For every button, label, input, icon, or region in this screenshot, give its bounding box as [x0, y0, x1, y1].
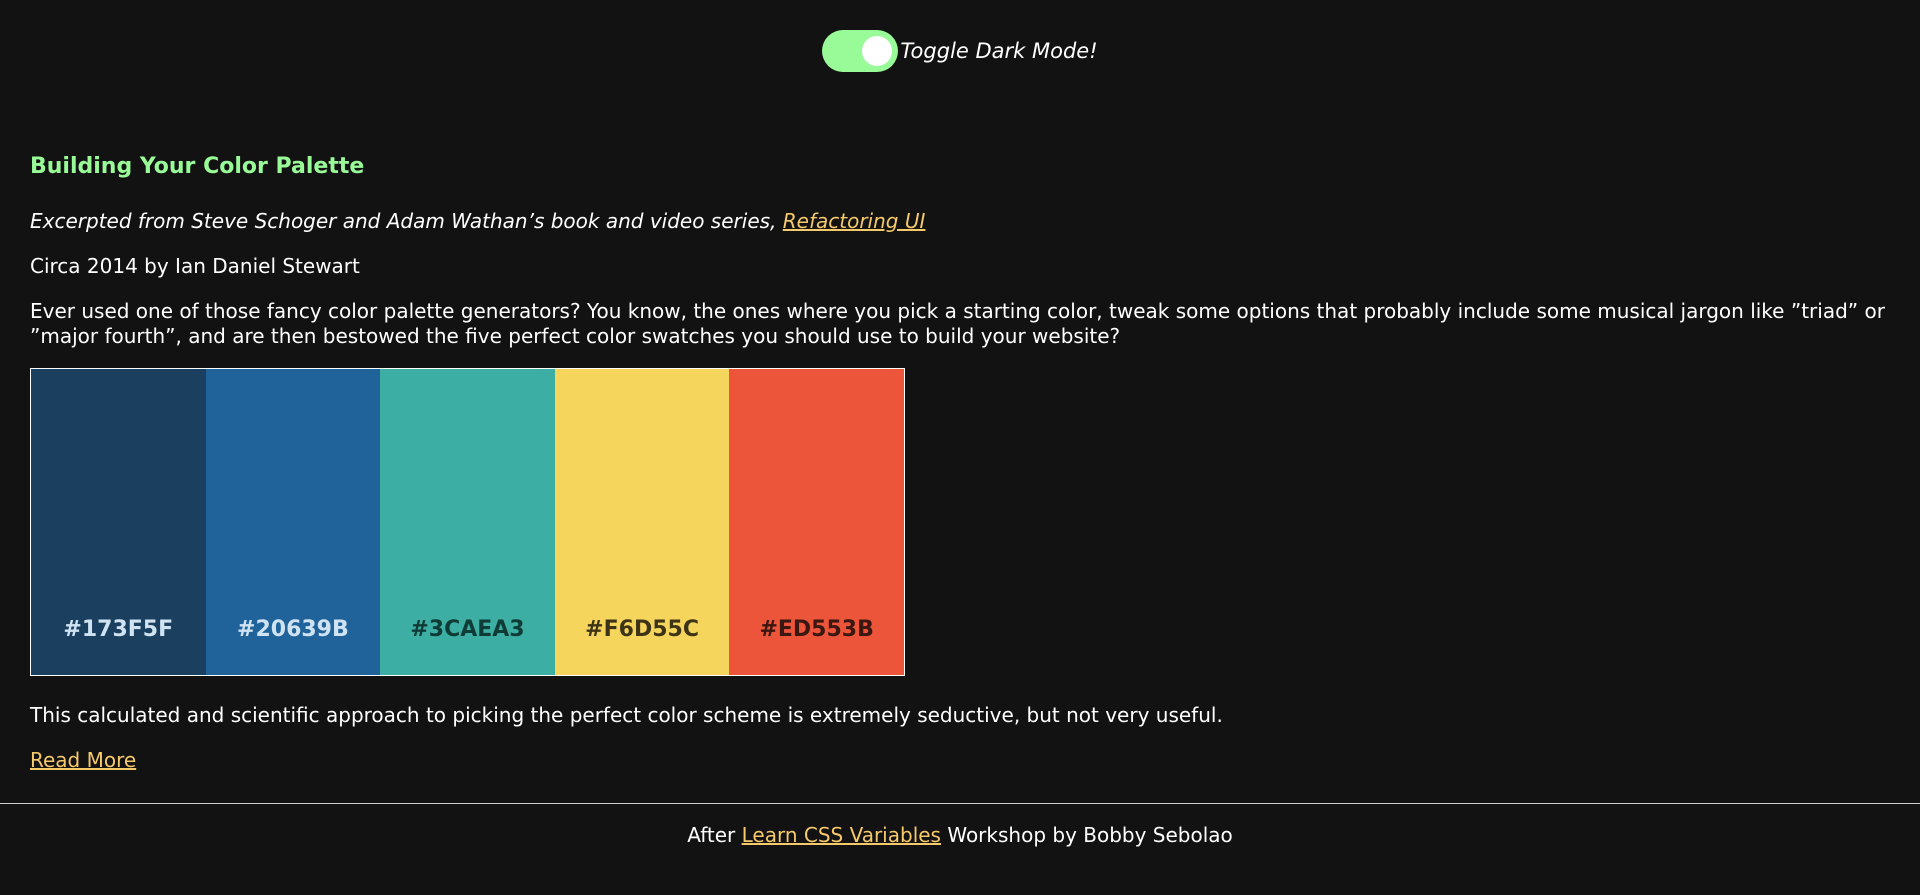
- swatch-2: #20639B: [205, 369, 381, 675]
- article: Building Your Color Palette Excerpted fr…: [30, 154, 1890, 772]
- footer-suffix: Workshop by Bobby Sebolao: [940, 823, 1233, 847]
- swatch-4-label: #F6D55C: [585, 617, 699, 642]
- intro-paragraph: Ever used one of those fancy color palet…: [30, 299, 1885, 348]
- color-palette: #173F5F #20639B #3CAEA3 #F6D55C #ED553B: [30, 368, 905, 676]
- swatch-5: #ED553B: [729, 369, 904, 675]
- toggle-label: Toggle Dark Mode!: [900, 39, 1098, 63]
- swatch-2-label: #20639B: [237, 617, 349, 642]
- closing-paragraph: This calculated and scientific approach …: [30, 703, 1223, 727]
- read-more-link[interactable]: Read More: [30, 748, 136, 772]
- swatch-4: #F6D55C: [554, 369, 730, 675]
- footer-prefix: After: [687, 823, 742, 847]
- dark-mode-toggle[interactable]: [822, 30, 899, 72]
- footer-divider: [0, 803, 1920, 804]
- swatch-1-label: #173F5F: [63, 617, 174, 642]
- excerpt-line: Excerpted from Steve Schoger and Adam Wa…: [30, 209, 925, 233]
- circa-line: Circa 2014 by Ian Daniel Stewart: [30, 254, 360, 278]
- dark-mode-toggle-row: Toggle Dark Mode!: [0, 30, 1920, 72]
- article-heading: Building Your Color Palette: [30, 154, 365, 179]
- swatch-3-label: #3CAEA3: [410, 617, 525, 642]
- footer: After Learn CSS Variables Workshop by Bo…: [0, 823, 1920, 847]
- swatch-3: #3CAEA3: [380, 369, 555, 675]
- excerpt-text: Excerpted from Steve Schoger and Adam Wa…: [30, 209, 783, 233]
- swatch-5-label: #ED553B: [759, 617, 874, 642]
- refactoring-ui-link[interactable]: Refactoring UI: [783, 209, 926, 233]
- toggle-knob: [862, 36, 893, 66]
- swatch-1: #173F5F: [31, 369, 206, 675]
- learn-css-variables-link[interactable]: Learn CSS Variables: [742, 823, 941, 847]
